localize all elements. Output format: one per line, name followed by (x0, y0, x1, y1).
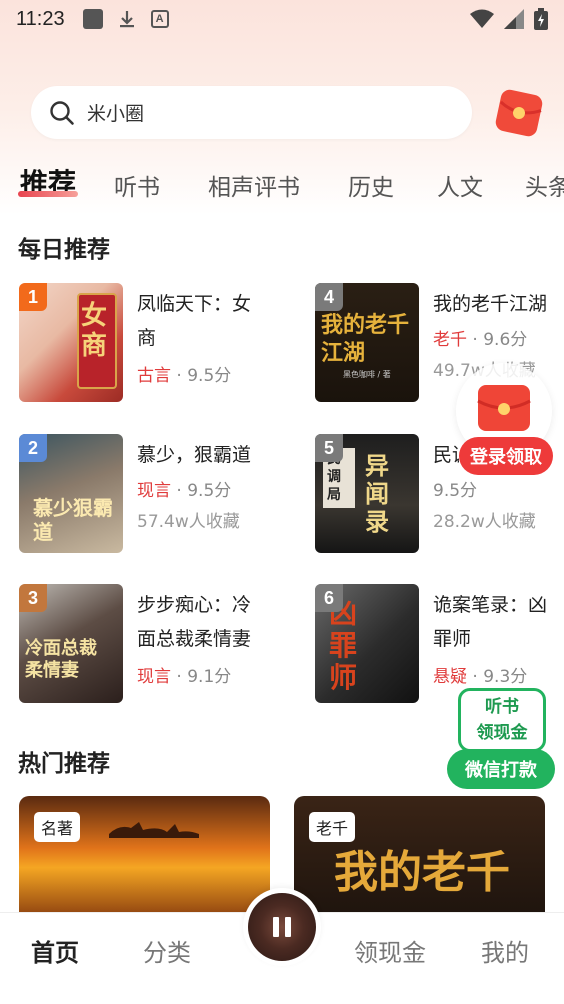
book-meta: 悬疑 · 9.3分 (433, 667, 528, 687)
book-title: 我的老千江湖 (433, 293, 548, 315)
text-a-icon: A (150, 10, 169, 28)
hot-card[interactable]: 老千 我的老千 (294, 796, 545, 926)
download-icon (117, 9, 137, 29)
nav-mine[interactable]: 我的 (481, 933, 529, 968)
book-meta: 9.5分 (433, 481, 478, 501)
rank-badge: 6 (315, 584, 343, 612)
status-bar: 11:23 A (0, 0, 564, 38)
status-time: 11:23 (16, 7, 65, 30)
book-meta: 古言 · 9.5分 (137, 366, 232, 386)
red-packet-button[interactable] (490, 84, 546, 140)
book-title: 慕少，狠霸道 (137, 444, 252, 466)
wechat-payout-button[interactable]: 微信打款 (447, 749, 555, 789)
rank-badge: 5 (315, 434, 343, 462)
signal-icon (504, 9, 524, 29)
book-meta: 现言 · 9.1分 (137, 667, 232, 687)
rank-badge: 1 (19, 283, 47, 311)
player-disc (248, 893, 316, 961)
red-packet-icon (477, 385, 531, 431)
wifi-icon (470, 9, 494, 28)
tab-audiobook[interactable]: 听书 (114, 168, 160, 202)
rank-badge: 2 (19, 434, 47, 462)
nav-earn-cash[interactable]: 领现金 (354, 933, 426, 968)
book-item[interactable]: 慕少狠霸道 2 慕少，狠霸道 现言 · 9.5分 57.4w人收藏 (19, 434, 279, 554)
red-packet-icon (495, 89, 543, 137)
book-item[interactable]: 冷面总裁柔情妻 3 步步痴心：冷 面总裁柔情妻 现言 · 9.1分 (19, 584, 279, 704)
battery-icon (534, 8, 548, 30)
book-title: 诡案笔录：凶 罪师 (433, 594, 548, 650)
hot-card-tag: 名著 (34, 812, 81, 842)
book-title: 凤临天下：女商 (137, 293, 252, 349)
tab-headlines[interactable]: 头条 (525, 168, 564, 202)
notification-app-icon (82, 9, 103, 29)
book-item[interactable]: 凶罪师 6 诡案笔录：凶 罪师 悬疑 · 9.3分 (315, 584, 564, 704)
book-favorites: 57.4w人收藏 (137, 512, 240, 532)
section-title-hot: 热门推荐 (18, 751, 110, 777)
mini-player[interactable] (243, 888, 321, 966)
horse-silhouette-icon (109, 822, 199, 838)
tab-history[interactable]: 历史 (348, 168, 394, 202)
book-meta: 老千 · 9.6分 (433, 330, 528, 350)
hot-card[interactable]: 名著 (19, 796, 270, 926)
search-bar[interactable]: 米小圈 (31, 86, 472, 139)
book-meta: 现言 · 9.5分 (137, 481, 232, 501)
nav-home[interactable]: 首页 (31, 933, 79, 968)
book-title: 民调局异闻录 (433, 444, 459, 466)
book-item[interactable]: 女商 1 凤临天下：女商 古言 · 9.5分 (19, 283, 279, 403)
section-title-daily: 每日推荐 (18, 237, 110, 263)
listen-cash-widget[interactable]: 听书 领现金 (458, 688, 546, 752)
nav-category[interactable]: 分类 (143, 933, 191, 968)
pause-icon[interactable] (273, 917, 279, 937)
book-title: 步步痴心：冷 面总裁柔情妻 (137, 594, 252, 650)
active-tab-indicator (18, 191, 78, 197)
rank-badge: 4 (315, 283, 343, 311)
book-favorites: 28.2w人收藏 (433, 512, 536, 532)
search-query: 米小圈 (87, 103, 145, 125)
login-claim-button[interactable]: 登录领取 (459, 437, 553, 475)
rank-badge: 3 (19, 584, 47, 612)
tab-crosstalk[interactable]: 相声评书 (208, 168, 300, 202)
category-tabs: 推荐 听书 相声评书 历史 人文 头条 (0, 160, 564, 204)
search-icon (50, 100, 74, 125)
tab-humanities[interactable]: 人文 (437, 168, 483, 202)
